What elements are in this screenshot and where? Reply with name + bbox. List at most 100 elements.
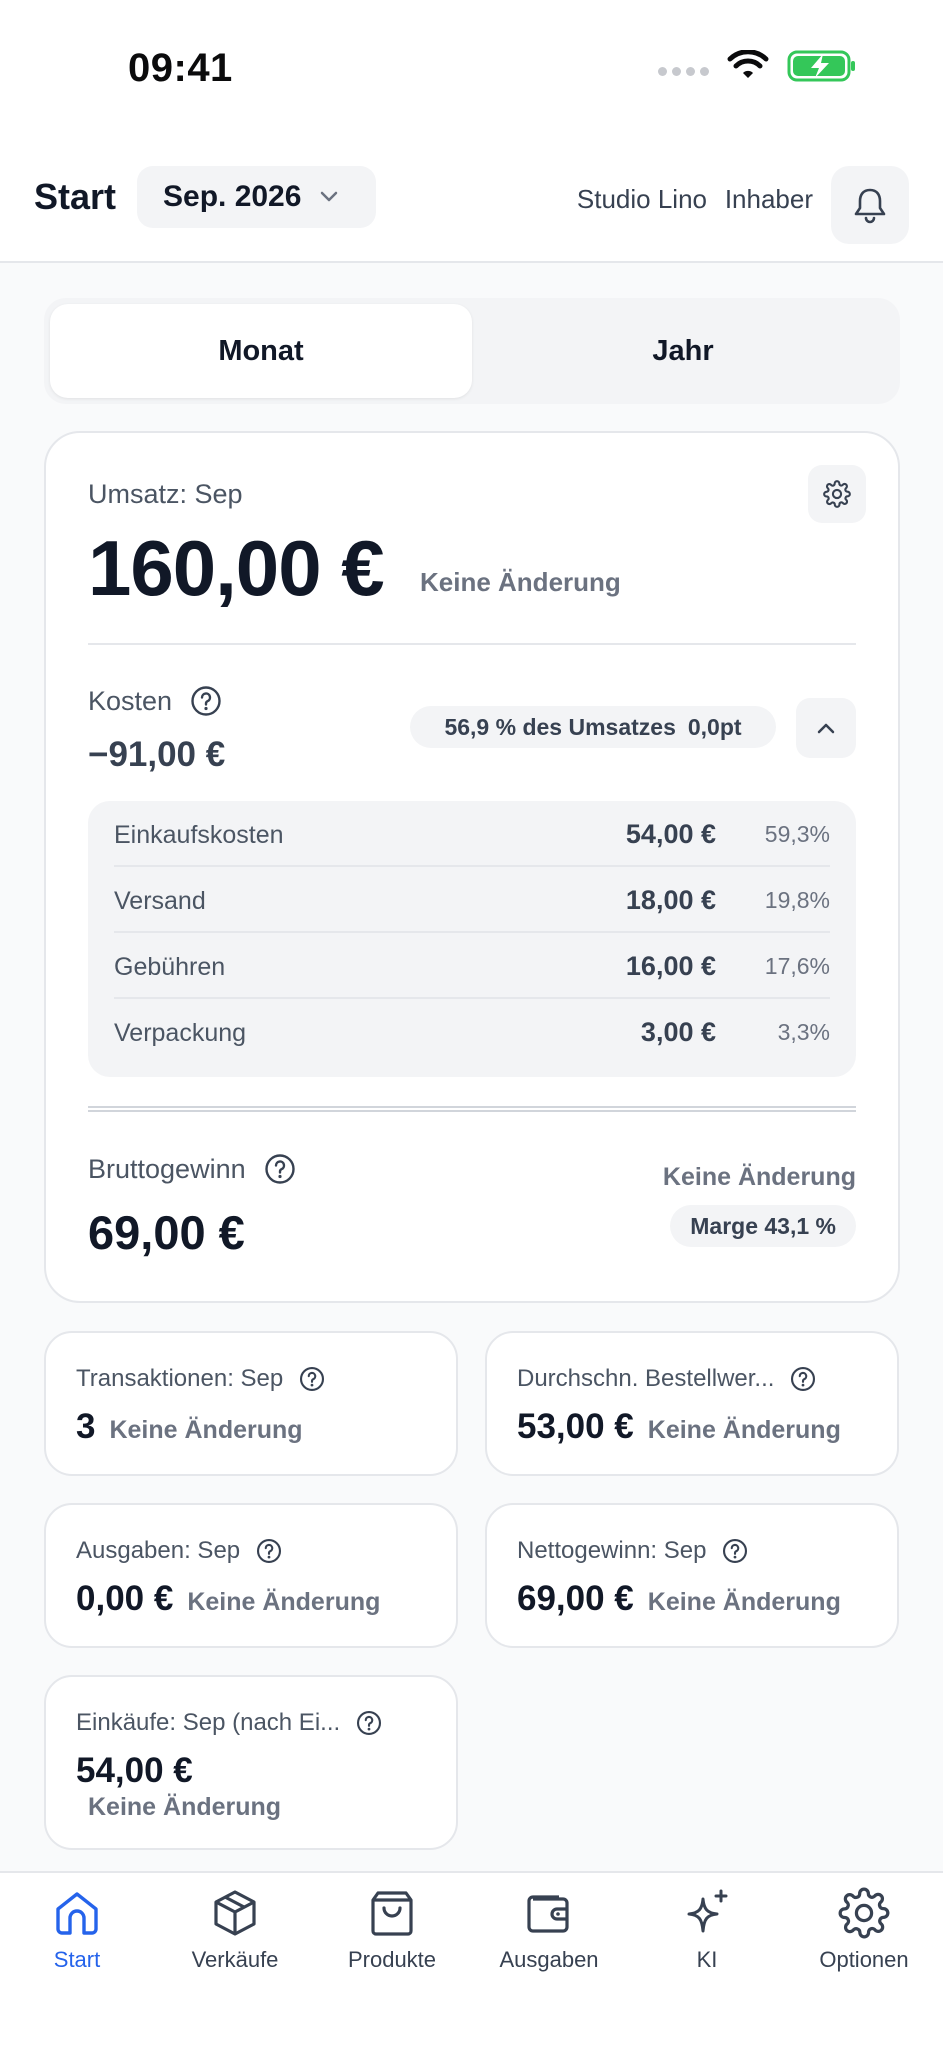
kpi-card-transactions[interactable]: Transaktionen: Sep 3 Keine Änderung xyxy=(44,1331,458,1476)
sparkles-icon xyxy=(687,1889,728,1933)
kpi-value-row: 53,00 € Keine Änderung xyxy=(517,1407,841,1447)
shopping-bag-icon xyxy=(371,1891,413,1936)
tab-start[interactable]: Start xyxy=(2,1887,152,1997)
costs-value: −91,00 € xyxy=(88,735,226,774)
cost-amount: 54,00 € xyxy=(625,819,716,849)
gross-label-row: Bruttogewinn xyxy=(88,1153,296,1185)
status-time: 09:41 xyxy=(128,46,233,90)
help-icon[interactable] xyxy=(790,1366,816,1392)
kpi-change: Keine Änderung xyxy=(88,1793,282,1821)
kpi-change: Keine Änderung xyxy=(187,1588,381,1616)
status-bar: 09:41 xyxy=(0,0,943,140)
kpi-value: 69,00 € xyxy=(517,1579,634,1618)
period-segmented-control: Monat Jahr xyxy=(44,298,900,404)
help-icon[interactable] xyxy=(256,1538,282,1564)
kpi-value: 0,00 € xyxy=(76,1579,174,1618)
gear-icon xyxy=(838,1887,890,1939)
user-role: Inhaber xyxy=(724,184,813,214)
kpi-label: Durchschn. Bestellwer... xyxy=(517,1365,775,1392)
gross-label: Bruttogewinn xyxy=(88,1153,246,1184)
margin-badge: Marge 43,1 % xyxy=(670,1205,856,1247)
kpi-card-avg-order[interactable]: Durchschn. Bestellwer... 53,00 € Keine Ä… xyxy=(485,1331,899,1476)
tab-ai[interactable]: KI xyxy=(632,1887,782,1997)
cost-name: Gebühren xyxy=(114,953,226,981)
revenue-value: 160,00 € xyxy=(88,524,385,612)
kpi-value-row: 69,00 € Keine Änderung xyxy=(517,1579,841,1619)
cost-name: Verpackung xyxy=(114,1019,247,1047)
tab-label: Optionen xyxy=(819,1947,909,1972)
chevron-up-icon xyxy=(817,723,835,734)
help-icon[interactable] xyxy=(299,1366,325,1392)
cost-row: Verpackung 3,00 € 3,3% xyxy=(114,999,830,1065)
tab-options[interactable]: Optionen xyxy=(789,1887,939,1997)
costs-label: Kosten xyxy=(88,685,173,716)
costs-label-row: Kosten xyxy=(88,685,222,717)
kpi-label-row: Durchschn. Bestellwer... xyxy=(517,1365,816,1393)
cost-row: Gebühren 16,00 € 17,6% xyxy=(114,933,830,999)
cost-percentage: 3,3% xyxy=(777,1019,830,1045)
help-icon[interactable] xyxy=(722,1538,748,1564)
kpi-value-row: 3 Keine Änderung xyxy=(76,1407,303,1447)
cost-percentage: 59,3% xyxy=(764,821,830,847)
cost-breakdown-table: Einkaufskosten 54,00 € 59,3% Versand 18,… xyxy=(88,801,856,1077)
package-icon xyxy=(214,1890,256,1936)
help-icon[interactable] xyxy=(264,1153,296,1185)
costs-share-badge: 56,9 % des Umsatzes 0,0pt xyxy=(410,706,776,748)
kpi-change: Keine Änderung xyxy=(647,1416,841,1444)
kpi-value-row: 0,00 € Keine Änderung xyxy=(76,1579,380,1619)
kpi-label: Ausgaben: Sep xyxy=(76,1537,241,1564)
kpi-card-expenses[interactable]: Ausgaben: Sep 0,00 € Keine Änderung xyxy=(44,1503,458,1648)
kpi-value: 53,00 € xyxy=(517,1407,634,1446)
costs-share: 56,9 % des Umsatzes xyxy=(444,713,676,740)
tab-sales[interactable]: Verkäufe xyxy=(160,1887,310,1997)
tab-label: Start xyxy=(53,1947,101,1972)
gear-icon xyxy=(823,480,851,508)
gross-change: Keine Änderung xyxy=(662,1163,856,1191)
kpi-value: 3 xyxy=(76,1407,96,1446)
kpi-label: Einkäufe: Sep (nach Ei... xyxy=(76,1709,341,1736)
wifi-icon xyxy=(727,50,769,78)
segment-month[interactable]: Monat xyxy=(50,304,472,398)
tab-label: KI xyxy=(696,1947,718,1972)
help-icon[interactable] xyxy=(190,685,222,717)
kpi-label: Transaktionen: Sep xyxy=(76,1365,284,1392)
kpi-label-row: Ausgaben: Sep xyxy=(76,1537,282,1565)
cost-row: Einkaufskosten 54,00 € 59,3% xyxy=(114,801,830,867)
tab-expenses[interactable]: Ausgaben xyxy=(474,1887,624,1997)
revenue-change: Keine Änderung xyxy=(420,567,621,597)
kpi-label-row: Einkäufe: Sep (nach Ei... xyxy=(76,1709,382,1737)
double-divider xyxy=(88,1106,856,1112)
cellular-signal-icon xyxy=(658,66,709,76)
cost-percentage: 19,8% xyxy=(764,887,830,913)
kpi-change: Keine Änderung xyxy=(109,1416,303,1444)
chevron-down-icon xyxy=(321,191,338,202)
kpi-change: Keine Änderung xyxy=(647,1588,841,1616)
month-picker[interactable]: Sep. 2026 xyxy=(137,166,376,228)
kpi-label: Nettogewinn: Sep xyxy=(517,1537,707,1564)
help-icon[interactable] xyxy=(356,1710,382,1736)
month-picker-label: Sep. 2026 xyxy=(163,180,302,213)
kpi-card-net-profit[interactable]: Nettogewinn: Sep 69,00 € Keine Änderung xyxy=(485,1503,899,1648)
page-title: Start xyxy=(34,176,117,217)
cost-percentage: 17,6% xyxy=(764,953,830,979)
tab-products[interactable]: Produkte xyxy=(317,1887,467,1997)
battery-charging-icon xyxy=(787,50,855,82)
segment-year[interactable]: Jahr xyxy=(472,304,894,398)
kpi-value: 54,00 € xyxy=(76,1751,193,1790)
notifications-button[interactable] xyxy=(831,166,909,244)
revenue-card: Umsatz: Sep 160,00 € Keine Änderung Kost… xyxy=(44,431,900,1303)
bell-icon xyxy=(854,188,886,224)
cost-amount: 3,00 € xyxy=(640,1017,716,1047)
tab-label: Produkte xyxy=(347,1947,437,1972)
shop-name[interactable]: Studio Lino xyxy=(577,184,707,215)
kpi-label-row: Nettogewinn: Sep xyxy=(517,1537,748,1565)
gross-value: 69,00 € xyxy=(88,1206,245,1259)
costs-delta: 0,0pt xyxy=(687,713,742,740)
cost-name: Einkaufskosten xyxy=(114,821,284,849)
kpi-card-purchases[interactable]: Einkäufe: Sep (nach Ei... 54,00 € Keine … xyxy=(44,1675,458,1850)
cost-amount: 18,00 € xyxy=(625,885,716,915)
collapse-costs-button[interactable] xyxy=(796,698,856,758)
app-header: Start Sep. 2026 Studio Lino Inhaber xyxy=(0,140,943,263)
card-settings-button[interactable] xyxy=(808,465,866,523)
kpi-value-block: 54,00 € Keine Änderung xyxy=(76,1751,281,1822)
